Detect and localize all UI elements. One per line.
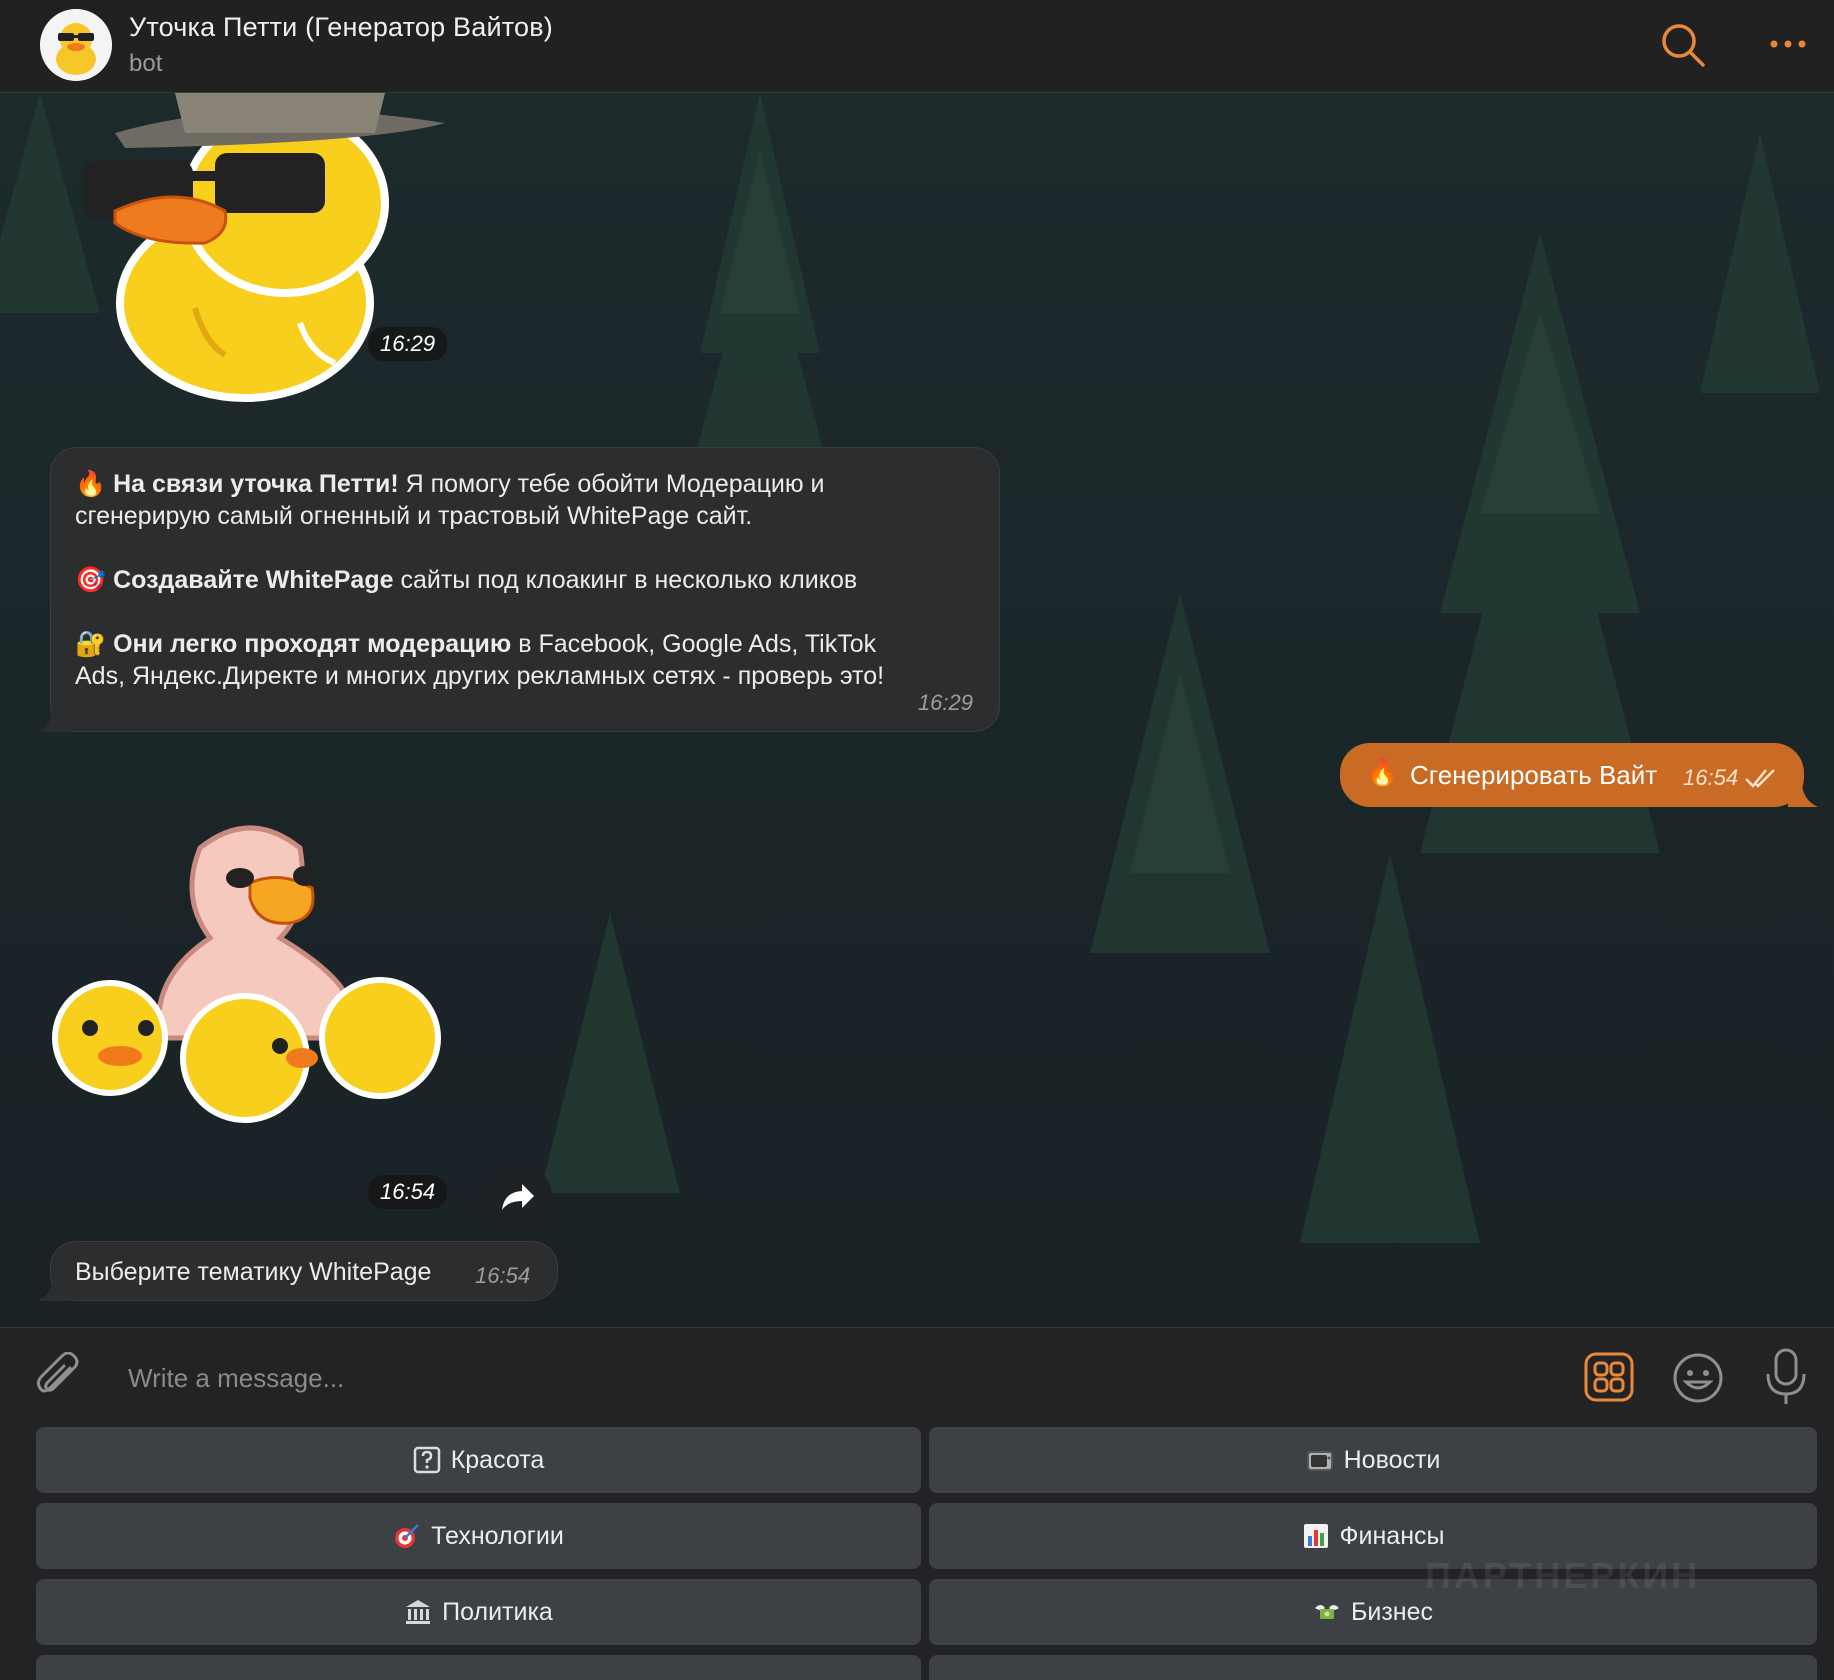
keyboard-button-politics[interactable]: Политика <box>36 1579 921 1645</box>
bar-chart-icon <box>1303 1524 1328 1548</box>
message-timestamp: 16:54 <box>475 1263 531 1288</box>
keyboard-button-label: Политика <box>442 1597 553 1626</box>
fire-emoji: 🔥 <box>75 470 107 498</box>
television-icon <box>1306 1451 1333 1471</box>
more-options-icon[interactable] <box>1766 28 1810 60</box>
outgoing-message[interactable]: 🔥 Сгенерировать Вайт 16:54 <box>1340 743 1818 807</box>
sticker-timestamp: 16:54 <box>368 1175 448 1209</box>
sticker-timestamp: 16:29 <box>368 327 448 361</box>
search-icon[interactable] <box>1660 22 1706 68</box>
fire-emoji: 🔥 <box>1366 757 1399 787</box>
chat-history[interactable]: 16:29 🔥 На связи уточка Петти! Я помогу … <box>0 93 1834 1327</box>
bubble-tail <box>37 710 67 732</box>
message-timestamp: 16:54 <box>1683 765 1739 790</box>
chat-title[interactable]: Уточка Петти (Генератор Вайтов) <box>129 12 553 43</box>
message-composer <box>0 1327 1834 1427</box>
incoming-message[interactable]: Выберите тематику WhitePage 16:54 <box>37 1241 558 1301</box>
message-timestamp: 16:29 <box>917 690 973 715</box>
keyboard-button-label: Новости <box>1343 1445 1441 1474</box>
sticker-duck-family[interactable] <box>50 818 470 1138</box>
message-input[interactable] <box>128 1348 1528 1408</box>
message-line: Ads, Яндекс.Директе и многих других рекл… <box>75 662 885 690</box>
bubble-tail <box>1788 785 1818 807</box>
keyboard-button-partial[interactable] <box>36 1655 921 1680</box>
keyboard-button-label: Красота <box>450 1445 545 1474</box>
keyboard-button-news[interactable]: Новости <box>929 1427 1817 1493</box>
lock-key-emoji: 🔐 <box>75 630 107 658</box>
incoming-message[interactable]: 🔥 На связи уточка Петти! Я помогу тебе о… <box>37 447 1000 732</box>
bot-avatar[interactable] <box>40 9 112 81</box>
message-line: 🔐 Они легко проходят модерацию в Faceboo… <box>75 630 877 658</box>
dart-emoji: 🎯 <box>75 566 107 594</box>
keyboard-button-beauty[interactable]: Красота <box>36 1427 921 1493</box>
outgoing-message-text: Сгенерировать Вайт <box>1410 760 1658 790</box>
message-line: 🔥 На связи уточка Петти! Я помогу тебе о… <box>75 470 825 498</box>
dart-icon <box>395 1524 420 1548</box>
bot-reply-keyboard: Красота Новости Технологии Финансы Полит… <box>0 1427 1834 1680</box>
message-line: 🎯 Создавайте WhitePage сайты под клоакин… <box>75 566 858 594</box>
bot-keyboard-icon[interactable] <box>1584 1352 1634 1402</box>
chat-subtitle: bot <box>129 50 163 77</box>
sticker-duck-hat[interactable] <box>55 93 455 423</box>
keyboard-button-label: Финансы <box>1339 1521 1445 1550</box>
microphone-icon[interactable] <box>1764 1348 1808 1406</box>
chat-header: Уточка Петти (Генератор Вайтов) bot <box>0 0 1834 93</box>
question-box-icon <box>413 1446 440 1474</box>
bubble-tail <box>37 1279 67 1301</box>
telegram-window: Уточка Петти (Генератор Вайтов) bot 16:2… <box>0 0 1834 1680</box>
message-line: сгенерирую самый огненный и трастовый Wh… <box>75 502 753 530</box>
classical-building-icon <box>406 1600 431 1624</box>
keyboard-button-label: Технологии <box>431 1521 564 1550</box>
paperclip-icon[interactable] <box>34 1352 82 1404</box>
keyboard-button-label: Бизнес <box>1350 1597 1434 1626</box>
money-wings-icon <box>1314 1605 1339 1619</box>
keyboard-button-partial[interactable] <box>929 1655 1817 1680</box>
share-button[interactable] <box>484 1163 552 1231</box>
double-check-icon <box>1745 769 1775 788</box>
watermark: ПАРТНЕРКИН <box>1425 1555 1701 1596</box>
forward-arrow-icon <box>502 1184 534 1210</box>
emoji-icon[interactable] <box>1672 1352 1724 1404</box>
keyboard-button-technology[interactable]: Технологии <box>36 1503 921 1569</box>
message-text: Выберите тематику WhitePage <box>75 1258 432 1286</box>
